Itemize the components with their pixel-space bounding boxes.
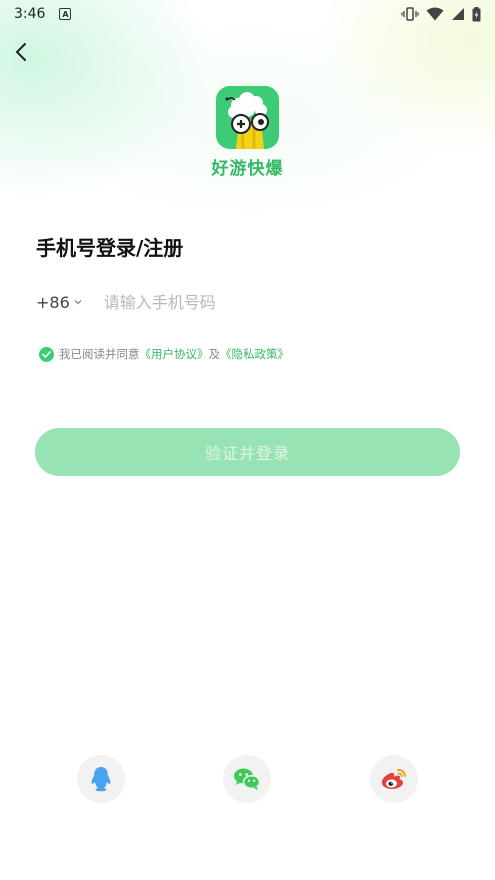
agreement-checkbox[interactable] — [39, 346, 54, 362]
verify-login-button[interactable]: 验证并登录 — [35, 428, 460, 476]
battery-icon — [472, 6, 481, 21]
back-button[interactable] — [8, 38, 34, 66]
wechat-icon — [234, 768, 261, 790]
chevron-down-icon — [74, 300, 82, 305]
page-title: 手机号登录/注册 — [36, 236, 184, 260]
agreement-conjunction: 及 — [208, 347, 221, 361]
status-bar: 3:46 A — [0, 0, 495, 28]
weibo-icon — [381, 768, 406, 789]
app-name: 好游快爆 — [211, 159, 284, 179]
agreement-row: 我已阅读并同意 《用户协议》 及 《隐私政策》 — [39, 346, 289, 362]
popcorn-mascot-icon — [216, 86, 279, 149]
vibrate-icon — [401, 7, 419, 21]
wechat-login-button[interactable] — [223, 755, 271, 803]
status-time: 3:46 — [14, 6, 46, 22]
signal-icon — [452, 8, 464, 20]
phone-row: +86 — [36, 288, 460, 316]
notification-letter: A — [62, 9, 69, 19]
chevron-left-icon — [16, 43, 26, 61]
privacy-policy-link[interactable]: 《隐私政策》 — [220, 346, 289, 362]
qq-penguin-icon — [91, 767, 111, 792]
app-logo — [216, 86, 279, 149]
country-code-value: +86 — [36, 292, 70, 312]
phone-input[interactable] — [103, 292, 404, 312]
user-agreement-link[interactable]: 《用户协议》 — [140, 346, 209, 362]
wifi-icon — [426, 7, 444, 21]
notification-icon: A — [59, 8, 72, 20]
weibo-login-button[interactable] — [370, 755, 418, 803]
country-code-selector[interactable]: +86 — [36, 293, 82, 312]
check-icon — [42, 350, 51, 358]
status-icons — [401, 6, 481, 22]
agreement-prefix: 我已阅读并同意 — [59, 347, 140, 361]
qq-login-button[interactable] — [77, 755, 125, 803]
